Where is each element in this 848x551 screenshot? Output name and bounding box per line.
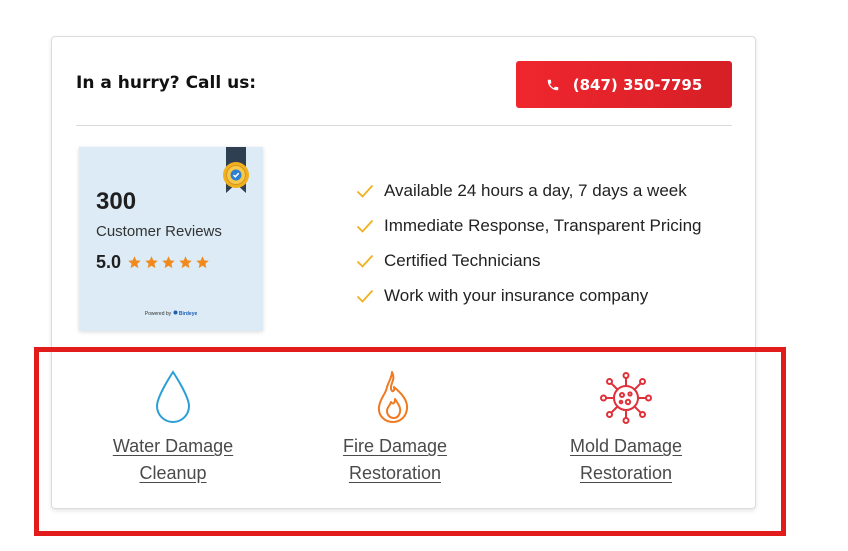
powered-by: Powered by Birdeye: [79, 310, 263, 317]
feature-text: Available 24 hours a day, 7 days a week: [384, 180, 687, 200]
review-label: Customer Reviews: [96, 223, 222, 240]
ribbon-badge-icon: [221, 147, 251, 200]
reviews-widget[interactable]: 300 Customer Reviews 5.0 Powered by Bird…: [79, 147, 263, 331]
flame-icon: [315, 370, 475, 428]
service-link-mold-damage[interactable]: Mold Damage Restoration: [570, 433, 682, 487]
feature-item: Available 24 hours a day, 7 days a week: [356, 173, 702, 208]
check-icon: [356, 254, 384, 268]
divider: [76, 125, 732, 126]
features-list: Available 24 hours a day, 7 days a week …: [356, 173, 702, 313]
service-line1: Fire Damage: [342, 436, 448, 456]
check-icon: [356, 289, 384, 303]
service-line1: Mold Damage: [569, 436, 683, 456]
rating-value: 5.0: [96, 252, 122, 272]
phone-number: (847) 350-7795: [572, 75, 703, 94]
service-mold-damage[interactable]: Mold Damage Restoration: [546, 370, 706, 487]
feature-item: Immediate Response, Transparent Pricing: [356, 208, 702, 243]
star-rating: [127, 255, 210, 270]
feature-text: Work with your insurance company: [384, 285, 649, 305]
star-icon: [145, 256, 158, 269]
feature-item: Certified Technicians: [356, 243, 702, 278]
service-line2: Restoration: [579, 463, 673, 483]
phone-icon: [546, 78, 560, 92]
service-line1: Water Damage: [112, 436, 234, 456]
check-icon: [356, 219, 384, 233]
service-line2: Restoration: [348, 463, 442, 483]
check-icon: [356, 184, 384, 198]
star-icon: [162, 256, 175, 269]
review-count: 300: [96, 188, 137, 215]
feature-text: Immediate Response, Transparent Pricing: [384, 215, 702, 235]
powered-by-label: Powered by: [144, 311, 172, 317]
feature-item: Work with your insurance company: [356, 278, 702, 313]
water-drop-icon: [93, 370, 253, 428]
star-icon: [196, 256, 209, 269]
rating-row: 5.0: [96, 252, 210, 273]
call-phone-button[interactable]: (847) 350-7795: [516, 61, 732, 108]
star-icon: [128, 256, 141, 269]
star-icon: [179, 256, 192, 269]
mold-spore-icon: [546, 370, 706, 428]
service-link-water-damage[interactable]: Water Damage Cleanup: [113, 433, 233, 487]
birdeye-brand: Birdeye: [178, 311, 198, 317]
service-line2: Cleanup: [139, 463, 207, 483]
service-link-fire-damage[interactable]: Fire Damage Restoration: [343, 433, 447, 487]
feature-text: Certified Technicians: [384, 250, 541, 270]
service-water-damage[interactable]: Water Damage Cleanup: [93, 370, 253, 487]
call-us-heading: In a hurry? Call us:: [76, 73, 257, 93]
service-fire-damage[interactable]: Fire Damage Restoration: [315, 370, 475, 487]
